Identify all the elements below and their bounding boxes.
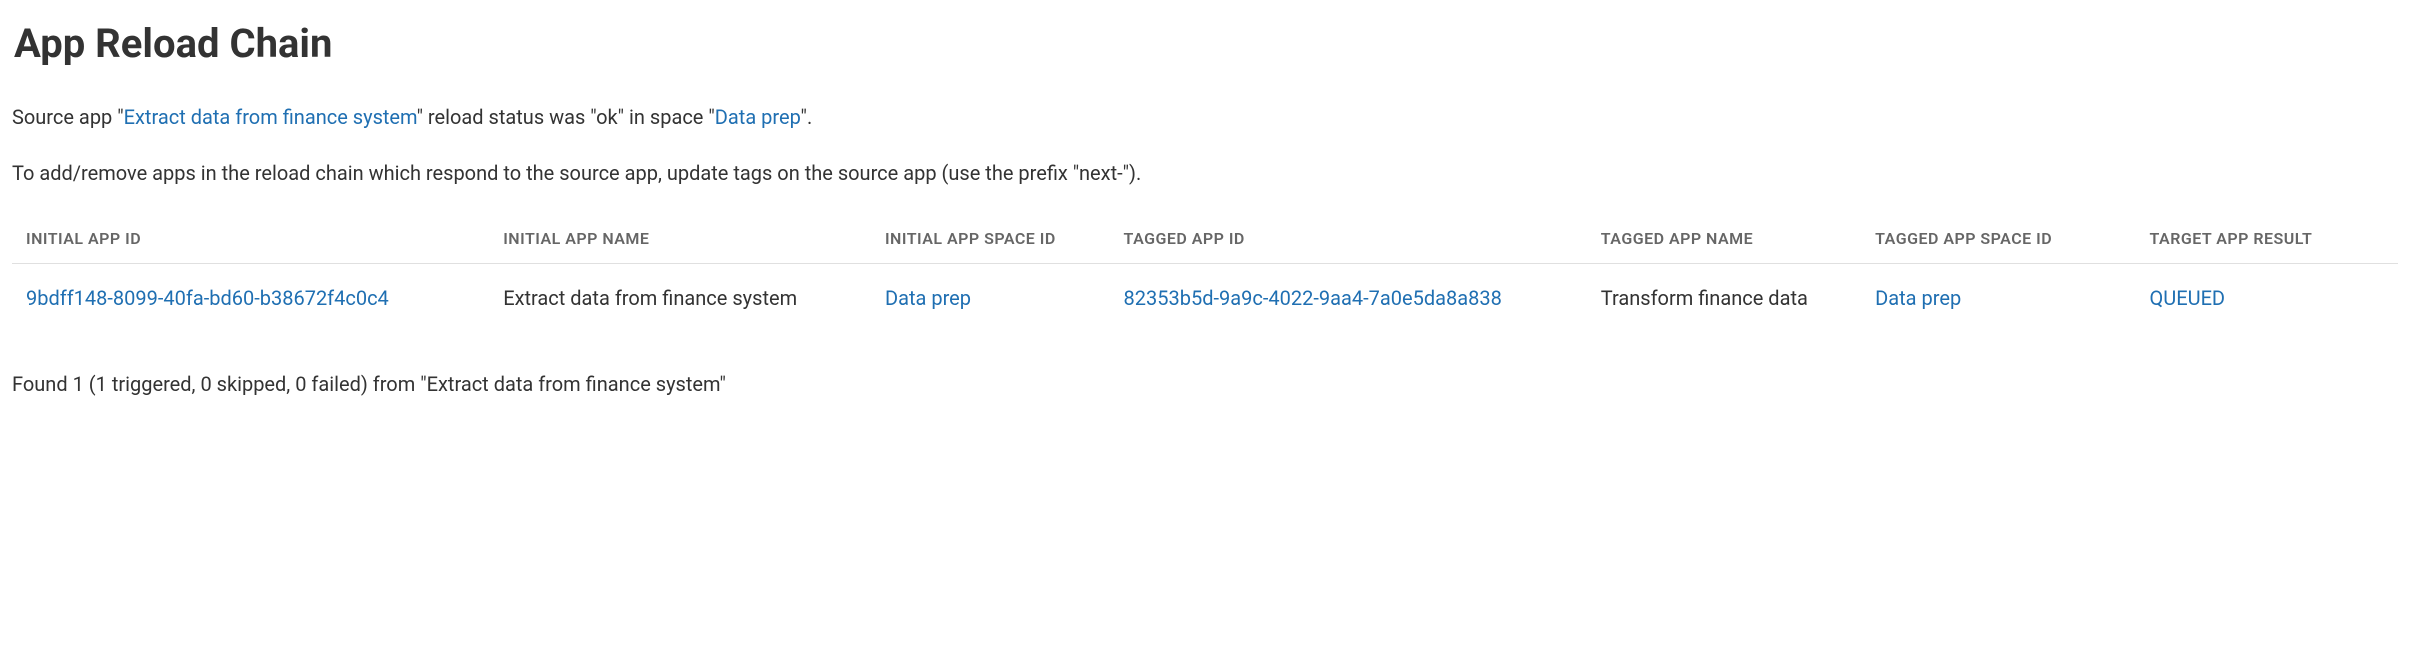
tagged-app-id-link[interactable]: 82353b5d-9a9c-4022-9aa4-7a0e5da8a838 [1124, 286, 1502, 310]
intro-paragraph: Source app "Extract data from finance sy… [12, 103, 2398, 131]
cell-tagged-app-id: 82353b5d-9a9c-4022-9aa4-7a0e5da8a838 [1110, 264, 1587, 333]
space-link[interactable]: Data prep [715, 105, 801, 129]
col-header-tagged-app-id: TAGGED APP ID [1110, 215, 1587, 264]
cell-target-app-result: QUEUED [2136, 264, 2399, 333]
col-header-initial-app-name: INITIAL APP NAME [489, 215, 871, 264]
col-header-tagged-app-name: TAGGED APP NAME [1587, 215, 1861, 264]
reload-chain-table: INITIAL APP ID INITIAL APP NAME INITIAL … [12, 215, 2398, 332]
col-header-initial-app-space-id: INITIAL APP SPACE ID [871, 215, 1110, 264]
summary-text: Found 1 (1 triggered, 0 skipped, 0 faile… [12, 372, 2398, 396]
instructions-paragraph: To add/remove apps in the reload chain w… [12, 159, 2398, 187]
target-app-result-link[interactable]: QUEUED [2150, 286, 2226, 310]
col-header-tagged-app-space-id: TAGGED APP SPACE ID [1861, 215, 2135, 264]
tagged-app-space-link[interactable]: Data prep [1875, 286, 1961, 310]
cell-initial-app-name: Extract data from finance system [489, 264, 871, 333]
intro-text-pre: Source app " [12, 105, 124, 129]
intro-text-mid: " reload status was "ok" in space " [417, 105, 715, 129]
source-app-link[interactable]: Extract data from finance system [124, 105, 417, 129]
intro-text-post: ". [801, 105, 813, 129]
initial-app-space-link[interactable]: Data prep [885, 286, 971, 310]
cell-tagged-app-name: Transform finance data [1587, 264, 1861, 333]
table-header-row: INITIAL APP ID INITIAL APP NAME INITIAL … [12, 215, 2398, 264]
cell-initial-app-id: 9bdff148-8099-40fa-bd60-b38672f4c0c4 [12, 264, 489, 333]
cell-initial-app-space-id: Data prep [871, 264, 1110, 333]
initial-app-id-link[interactable]: 9bdff148-8099-40fa-bd60-b38672f4c0c4 [26, 286, 389, 310]
table-row: 9bdff148-8099-40fa-bd60-b38672f4c0c4 Ext… [12, 264, 2398, 333]
cell-tagged-app-space-id: Data prep [1861, 264, 2135, 333]
col-header-initial-app-id: INITIAL APP ID [12, 215, 489, 264]
col-header-target-app-result: TARGET APP RESULT [2136, 215, 2399, 264]
page-title: App Reload Chain [12, 20, 2398, 67]
